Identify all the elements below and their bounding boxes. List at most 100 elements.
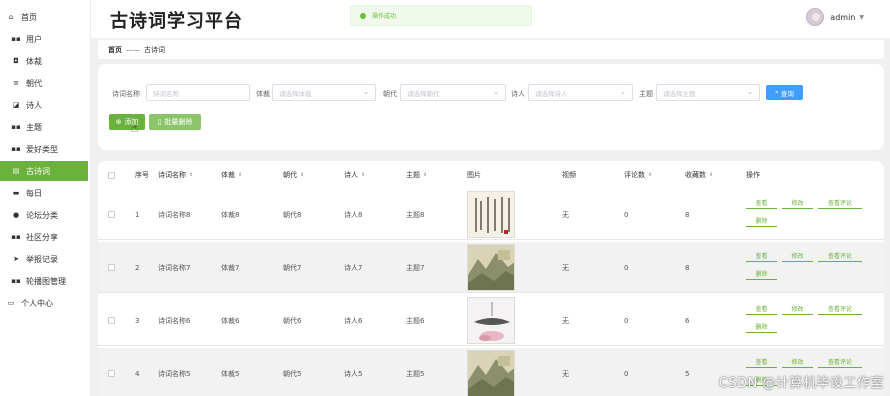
- delete-button[interactable]: 删除: [746, 268, 777, 280]
- sidebar-item-daily[interactable]: ▬ 每日: [0, 183, 88, 203]
- dynasty-filter-label: 朝代: [383, 90, 397, 98]
- breadcrumb-home[interactable]: 首页: [108, 45, 122, 55]
- avatar: [806, 8, 825, 26]
- document-icon: ▤: [12, 167, 20, 175]
- home-icon: ⌂: [8, 13, 14, 21]
- search-icon: ⌕: [775, 88, 779, 96]
- edit-button[interactable]: 修改: [782, 303, 813, 315]
- view-comments-button[interactable]: 查看评论: [818, 356, 862, 368]
- sidebar-item-label: 朝代: [26, 78, 42, 88]
- sidebar-item-genre[interactable]: ◘ 体裁: [0, 51, 88, 71]
- header-video: 视频: [562, 171, 576, 179]
- trash-icon: ▯: [157, 118, 162, 126]
- poem-image-lotus[interactable]: [467, 297, 515, 344]
- sidebar-item-community-share[interactable]: ▪▪ 社区分享: [0, 227, 88, 247]
- poet-select[interactable]: 请选择诗人 ⌄: [528, 84, 633, 101]
- poem-image-landscape[interactable]: [467, 244, 515, 291]
- sidebar-item-users[interactable]: ▪▪ 用户: [0, 29, 88, 49]
- sort-icon: ⬍: [361, 172, 366, 178]
- sidebar-item-label: 举报记录: [26, 254, 58, 264]
- cell-favorites: 8: [685, 263, 690, 272]
- edit-button[interactable]: 修改: [782, 197, 813, 209]
- sidebar-item-home[interactable]: ⌂ 首页: [0, 7, 88, 27]
- user-icon: ●: [12, 211, 20, 219]
- row-checkbox[interactable]: [108, 211, 115, 218]
- header-poet[interactable]: 诗人 ⬍: [344, 161, 365, 189]
- select-all-checkbox[interactable]: [108, 172, 115, 179]
- cell-theme: 主题8: [406, 210, 425, 219]
- chevron-down-icon: ⌄: [363, 88, 369, 96]
- row-checkbox[interactable]: [108, 370, 115, 377]
- delete-button[interactable]: 删除: [746, 321, 777, 333]
- breadcrumb: 首页 —— 古诗词: [98, 40, 884, 59]
- cell-favorites: 8: [685, 210, 690, 219]
- sidebar-item-carousel[interactable]: ▪▪ 轮播图管理: [0, 271, 88, 291]
- cell-dynasty: 朝代5: [283, 369, 302, 378]
- cell-poet: 诗人6: [344, 316, 363, 325]
- poem-image-calligraphy[interactable]: [467, 191, 515, 238]
- cell-video: 无: [562, 316, 569, 325]
- sidebar-item-label: 体裁: [26, 56, 42, 66]
- header-theme[interactable]: 主题 ⬍: [406, 161, 427, 189]
- sidebar-item-theme[interactable]: ▪▪ 主题: [0, 117, 88, 137]
- theme-select[interactable]: 请选择主题 ⌄: [656, 84, 760, 101]
- sidebar-item-poems[interactable]: ▤ 古诗词: [0, 161, 88, 181]
- view-button[interactable]: 查看: [746, 356, 777, 368]
- cell-theme: 主题6: [406, 316, 425, 325]
- sidebar-item-label: 诗人: [26, 100, 42, 110]
- header-index: 序号: [135, 171, 149, 179]
- genre-select[interactable]: 请选择体裁 ⌄: [272, 84, 376, 101]
- name-filter-input[interactable]: 诗词名称: [146, 84, 250, 101]
- sort-icon: ⬍: [189, 172, 194, 178]
- poem-image-landscape[interactable]: [467, 350, 515, 396]
- view-button[interactable]: 查看: [746, 197, 777, 209]
- view-comments-button[interactable]: 查看评论: [818, 250, 862, 262]
- sidebar-item-reports[interactable]: ➤ 举报记录: [0, 249, 88, 269]
- toast-message: 操作成功: [372, 13, 397, 20]
- header-comments[interactable]: 评论数 ⬍: [624, 161, 652, 189]
- delete-button[interactable]: 删除: [746, 215, 777, 227]
- sidebar-item-poet[interactable]: ◪ 诗人: [0, 95, 88, 115]
- sidebar-item-forum-category[interactable]: ● 论坛分类: [0, 205, 88, 225]
- cell-genre: 体裁6: [221, 316, 240, 325]
- send-icon: ➤: [13, 255, 19, 263]
- cell-dynasty: 朝代8: [283, 210, 302, 219]
- view-comments-button[interactable]: 查看评论: [818, 303, 862, 315]
- dynasty-select[interactable]: 请选择朝代 ⌄: [400, 84, 506, 101]
- header-favorites[interactable]: 收藏数 ⬍: [685, 161, 713, 189]
- view-comments-button[interactable]: 查看评论: [818, 197, 862, 209]
- user-menu[interactable]: admin ▼: [806, 8, 864, 26]
- header-name[interactable]: 诗词名称 ⬍: [158, 161, 193, 189]
- sidebar-item-dynasty[interactable]: ≡ 朝代: [0, 73, 88, 93]
- cell-index: 4: [135, 369, 140, 378]
- breadcrumb-separator: ——: [126, 45, 140, 54]
- sidebar-item-profile[interactable]: ▭ 个人中心: [0, 293, 88, 313]
- search-button[interactable]: ⌕ 查询: [766, 85, 803, 100]
- grid-icon: ▪▪: [11, 123, 21, 131]
- sidebar-item-label: 个人中心: [21, 298, 53, 308]
- view-button[interactable]: 查看: [746, 303, 777, 315]
- row-checkbox[interactable]: [108, 317, 115, 324]
- row-checkbox[interactable]: [108, 264, 115, 271]
- cell-video: 无: [562, 210, 569, 219]
- chevron-down-icon: ▼: [859, 13, 864, 21]
- batch-delete-button[interactable]: ▯ 批量删除: [149, 114, 201, 130]
- add-button[interactable]: ⊕ 添加: [109, 114, 145, 130]
- table-row: 2 诗词名称7 体裁7 朝代7 诗人7 主题7 无 0 8 查看 修改 查看评论…: [98, 242, 884, 293]
- sort-icon: ⬍: [709, 172, 714, 178]
- chevron-down-icon: ⌄: [620, 88, 626, 96]
- cell-genre: 体裁5: [221, 369, 240, 378]
- header-dynasty[interactable]: 朝代 ⬍: [283, 161, 304, 189]
- monitor-icon: ▬: [12, 189, 20, 197]
- sidebar-item-hobby-type[interactable]: ▪▪ 爱好类型: [0, 139, 88, 159]
- edit-button[interactable]: 修改: [782, 250, 813, 262]
- sidebar-item-label: 爱好类型: [26, 144, 58, 154]
- grid-icon: ▪▪: [11, 35, 21, 43]
- view-button[interactable]: 查看: [746, 250, 777, 262]
- header-genre[interactable]: 体裁 ⬍: [221, 161, 242, 189]
- sidebar-item-label: 古诗词: [26, 166, 50, 176]
- cell-name: 诗词名称8: [158, 210, 191, 219]
- edit-button[interactable]: 修改: [782, 356, 813, 368]
- mouse-cursor-icon: ☝: [131, 121, 139, 135]
- cell-favorites: 5: [685, 369, 690, 378]
